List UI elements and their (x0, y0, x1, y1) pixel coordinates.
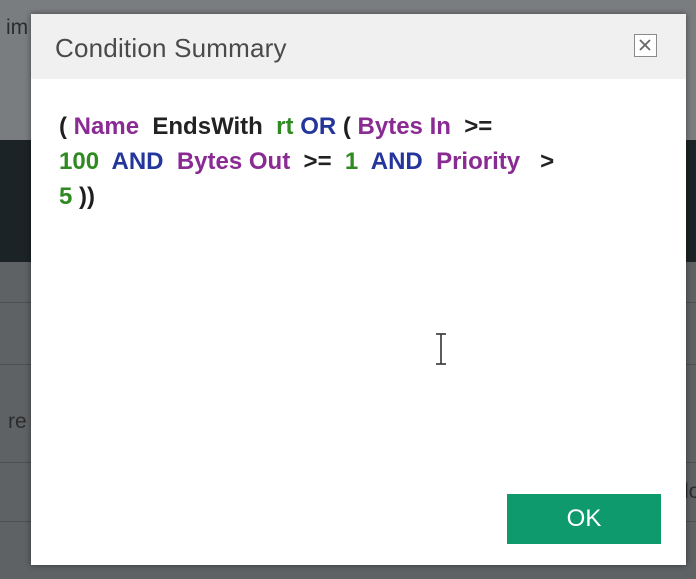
background-text-fragment: im (6, 16, 29, 39)
condition-token: )) (79, 183, 96, 210)
condition-token: Bytes Out (176, 148, 291, 175)
ok-button[interactable]: OK (507, 494, 661, 544)
condition-summary-text: ( Name EndsWith rt OR ( Bytes In >= 100 … (59, 109, 659, 214)
condition-token: >= (303, 148, 332, 175)
condition-token: 100 (59, 148, 100, 175)
condition-token: > (540, 148, 555, 175)
condition-token: Priority (436, 148, 521, 175)
condition-token: EndsWith (152, 113, 263, 140)
background-text-fragment: re (8, 410, 27, 433)
close-button[interactable] (634, 34, 657, 57)
condition-token: 5 (59, 183, 73, 210)
condition-summary-dialog: Condition Summary ( Name EndsWith rt OR … (31, 14, 686, 565)
close-icon (639, 39, 651, 51)
text-cursor-icon (436, 333, 446, 365)
dialog-title: Condition Summary (55, 33, 287, 63)
condition-token: AND (370, 148, 423, 175)
condition-token: ( (342, 113, 351, 140)
condition-token: ( (59, 113, 67, 140)
condition-token: Name (73, 113, 140, 140)
condition-token: AND (111, 148, 164, 175)
condition-token: >= (464, 113, 493, 140)
condition-token: OR (300, 113, 337, 140)
condition-token: 1 (344, 148, 359, 175)
condition-token: rt (276, 113, 294, 140)
condition-token: Bytes In (357, 113, 451, 140)
dialog-header: Condition Summary (31, 14, 686, 79)
